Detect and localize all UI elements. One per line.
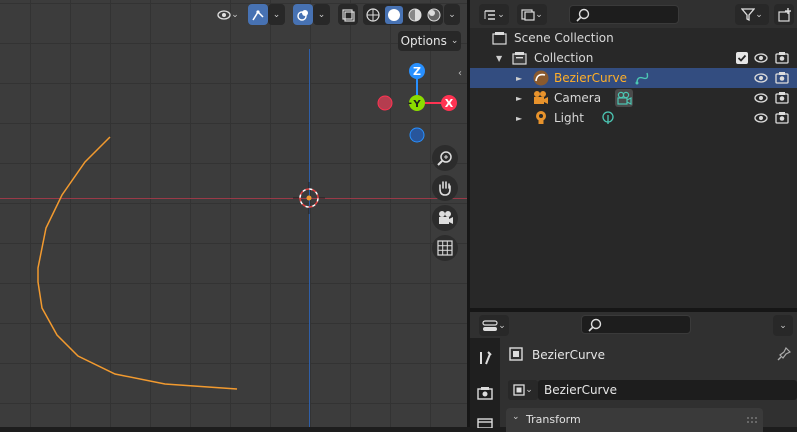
- properties-header: ⌄ ⌄: [470, 312, 797, 338]
- properties-search-input[interactable]: [581, 315, 691, 334]
- outliner-header: ⌄ ⌄ ⌄: [470, 0, 797, 28]
- outliner-row-camera[interactable]: ► Camera: [470, 88, 797, 108]
- object-data-icon: [513, 384, 525, 396]
- transform-panel-header[interactable]: ⌄ Transform: [506, 408, 763, 432]
- properties-tab-bar: [470, 338, 500, 428]
- chevron-down-icon: ⌄: [535, 9, 543, 20]
- properties-editor: ⌄ ⌄ BezierCurve ⌄ BezierCurve ⌄ Transfor…: [470, 312, 797, 432]
- search-icon: [588, 318, 602, 332]
- curve-data-icon[interactable]: [635, 71, 651, 85]
- properties-icon: [482, 319, 498, 331]
- outliner: ⌄ ⌄ ⌄ Scene Collection ▼ Collection ► Be…: [470, 0, 797, 308]
- outliner-search-input[interactable]: [569, 5, 679, 24]
- outliner-row-label: Scene Collection: [514, 31, 614, 45]
- display-mode-icon: [484, 9, 496, 20]
- gizmo-neg-z-axis[interactable]: [409, 127, 425, 143]
- camera-view-button[interactable]: [432, 205, 458, 231]
- light-object-icon: [536, 111, 546, 124]
- expand-right-icon[interactable]: ►: [516, 114, 522, 123]
- gizmo-neg-x-axis[interactable]: [377, 95, 393, 111]
- properties-options-dropdown[interactable]: ⌄: [773, 315, 793, 336]
- camera-data-icon: [617, 91, 632, 105]
- data-browse-button[interactable]: ⌄: [508, 380, 538, 400]
- new-collection-button[interactable]: [774, 4, 794, 25]
- chevron-down-icon: ⌄: [512, 412, 520, 422]
- light-data-icon[interactable]: [601, 111, 615, 125]
- expand-right-icon[interactable]: ►: [516, 74, 522, 83]
- outliner-row-collection[interactable]: ▼ Collection: [470, 48, 797, 68]
- gizmo-y-label: Y: [412, 99, 421, 110]
- pan-button[interactable]: [432, 175, 458, 201]
- outliner-row-label: Light: [554, 111, 584, 125]
- object-icon: [509, 347, 523, 361]
- object-name-value: BezierCurve: [544, 383, 617, 397]
- gizmo-z-label: Z: [413, 65, 421, 78]
- render-icon[interactable]: [477, 386, 493, 400]
- expand-down-icon[interactable]: ▼: [496, 54, 502, 63]
- navigation-gizmo[interactable]: Z X Y -: [0, 0, 467, 427]
- render-camera-icon[interactable]: [775, 91, 789, 104]
- eye-icon[interactable]: [754, 72, 768, 84]
- zoom-button[interactable]: [432, 145, 458, 171]
- eye-icon[interactable]: [754, 112, 768, 124]
- outliner-row-scene-collection[interactable]: Scene Collection: [470, 28, 797, 48]
- 3d-viewport[interactable]: ⌄ ⌄ ⌄ ⌄ Options ⌄ ‹ Z X Y -: [0, 0, 467, 427]
- display-mode-selector[interactable]: ⌄: [517, 4, 547, 25]
- chevron-down-icon: ⌄: [498, 320, 506, 331]
- filter-icon: [741, 8, 756, 21]
- camera-icon: [439, 211, 453, 224]
- view-layer-icon: [521, 8, 535, 21]
- camera-data-button[interactable]: [615, 89, 633, 107]
- checkbox-icon[interactable]: [736, 52, 748, 64]
- gizmo-x-label: X: [445, 97, 454, 110]
- render-camera-icon[interactable]: [775, 111, 789, 124]
- outliner-row-label: BezierCurve: [554, 71, 627, 85]
- render-camera-icon[interactable]: [775, 51, 789, 64]
- curve-object-icon: [533, 70, 549, 86]
- eye-icon[interactable]: [754, 52, 768, 64]
- transform-panel-title: Transform: [526, 413, 581, 426]
- grid-icon: [437, 240, 453, 256]
- collection-icon: [512, 52, 527, 65]
- outliner-row-label: Camera: [554, 91, 602, 105]
- pin-icon[interactable]: [777, 347, 791, 361]
- chevron-down-icon: ⌄: [779, 320, 787, 331]
- chevron-down-icon: ⌄: [497, 9, 505, 20]
- gizmo-y-minus: -: [408, 98, 412, 109]
- expand-right-icon[interactable]: ►: [516, 94, 522, 103]
- eye-icon[interactable]: [754, 92, 768, 104]
- outliner-row-beziercurve[interactable]: ► BezierCurve: [470, 68, 797, 88]
- outliner-row-light[interactable]: ► Light: [470, 108, 797, 128]
- search-icon: [576, 8, 590, 22]
- drag-handle-icon[interactable]: [746, 416, 758, 426]
- object-name-label: BezierCurve: [532, 348, 605, 362]
- outliner-row-label: Collection: [534, 51, 594, 65]
- hand-icon: [439, 181, 451, 196]
- object-name-field[interactable]: BezierCurve: [538, 380, 797, 400]
- editor-type-selector[interactable]: ⌄: [479, 4, 509, 25]
- render-camera-icon[interactable]: [775, 71, 789, 84]
- new-collection-icon: [778, 7, 791, 22]
- tool-icon[interactable]: [477, 350, 493, 366]
- properties-editor-type-selector[interactable]: ⌄: [479, 315, 509, 336]
- ortho-toggle-button[interactable]: [432, 235, 458, 261]
- scene-collection-icon: [492, 32, 507, 45]
- filter-button[interactable]: ⌄: [735, 4, 769, 25]
- chevron-down-icon: ⌄: [525, 385, 533, 395]
- chevron-down-icon: ⌄: [755, 9, 763, 20]
- zoom-icon: [437, 151, 452, 166]
- camera-object-icon: [534, 91, 548, 104]
